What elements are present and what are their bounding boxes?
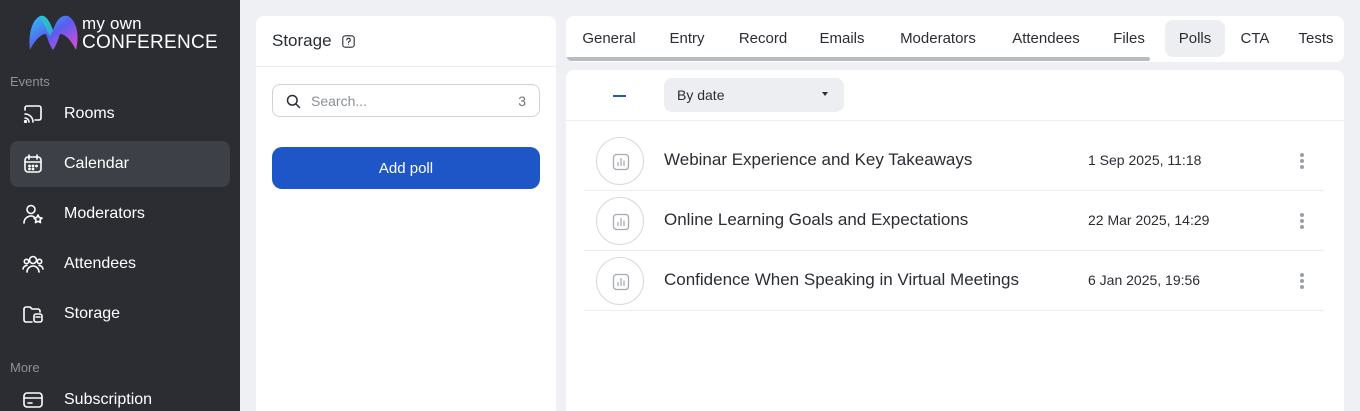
poll-icon-wrap (596, 257, 644, 305)
folder-icon (23, 306, 43, 323)
tab-entry[interactable]: Entry (656, 20, 718, 57)
card-icon (23, 392, 43, 408)
poll-icon-wrap (596, 197, 644, 245)
sidebar: my own CONFERENCE Events Rooms Calendar (0, 0, 240, 411)
more-options-icon[interactable] (1292, 151, 1312, 171)
tab-emails[interactable]: Emails (809, 20, 875, 57)
sort-select-value: By date (677, 87, 725, 103)
poll-date: 1 Sep 2025, 11:18 (1088, 152, 1202, 168)
collapse-button[interactable] (612, 84, 628, 106)
tab-tests[interactable]: Tests (1292, 20, 1340, 57)
brand-line-2: CONFERENCE (82, 32, 219, 53)
tab-cta[interactable]: CTA (1234, 20, 1276, 57)
poll-row[interactable]: Online Learning Goals and Expectations 2… (584, 191, 1324, 251)
polls-toolbar: By date (566, 70, 1344, 121)
sidebar-item-rooms[interactable]: Rooms (10, 91, 230, 137)
sidebar-item-calendar[interactable]: Calendar (10, 141, 230, 187)
sidebar-item-label: Storage (64, 305, 121, 322)
storage-title: Storage (272, 31, 332, 50)
bar-chart-icon (612, 273, 630, 291)
brand-logo[interactable]: my own CONFERENCE (26, 12, 226, 54)
users-icon (22, 255, 44, 273)
cast-icon (23, 105, 42, 124)
bar-chart-icon (612, 213, 630, 231)
search-icon (286, 94, 301, 109)
add-poll-button[interactable]: Add poll (272, 147, 540, 189)
poll-title: Confidence When Speaking in Virtual Meet… (664, 270, 1020, 289)
logo-icon (29, 15, 78, 51)
polls-panel: By date Webinar Experience and Key Takea… (566, 70, 1344, 411)
search-box[interactable]: 3 (272, 84, 540, 117)
storage-header: Storage (256, 16, 556, 67)
tab-polls[interactable]: Polls (1165, 20, 1225, 57)
more-options-icon[interactable] (1292, 271, 1312, 291)
section-label-more: More (10, 360, 40, 375)
poll-row[interactable]: Confidence When Speaking in Virtual Meet… (584, 251, 1324, 311)
sidebar-item-label: Attendees (64, 255, 137, 272)
sidebar-item-label: Moderators (64, 205, 145, 222)
search-count: 3 (518, 93, 526, 109)
calendar-icon (24, 154, 42, 173)
tabs-scrollbar[interactable] (566, 57, 1150, 61)
tab-files[interactable]: Files (1104, 20, 1154, 57)
user-star-icon (23, 204, 43, 224)
caret-down-icon (822, 92, 828, 96)
poll-title: Online Learning Goals and Expectations (664, 210, 969, 229)
poll-title: Webinar Experience and Key Takeaways (664, 150, 973, 169)
tabs-bar: General Entry Record Emails Moderators A… (566, 16, 1344, 62)
sidebar-item-label: Calendar (64, 155, 129, 172)
sidebar-item-moderators[interactable]: Moderators (10, 191, 230, 237)
sidebar-item-subscription[interactable]: Subscription (10, 377, 230, 411)
sidebar-item-attendees[interactable]: Attendees (10, 241, 230, 287)
help-icon[interactable] (341, 34, 355, 48)
poll-icon-wrap (596, 137, 644, 185)
poll-date: 22 Mar 2025, 14:29 (1088, 212, 1210, 228)
section-label-events: Events (10, 74, 50, 89)
sidebar-item-label: Subscription (64, 391, 153, 408)
brand-line-1: my own (82, 14, 142, 33)
search-input[interactable] (311, 90, 501, 112)
storage-panel: Storage 3 Add poll (256, 16, 556, 411)
poll-date: 6 Jan 2025, 19:56 (1088, 272, 1201, 288)
tab-record[interactable]: Record (729, 20, 797, 57)
bar-chart-icon (612, 153, 630, 171)
sidebar-item-label: Rooms (64, 105, 115, 122)
tab-general[interactable]: General (572, 20, 646, 57)
sort-select[interactable]: By date (664, 78, 844, 112)
poll-row[interactable]: Webinar Experience and Key Takeaways 1 S… (584, 131, 1324, 191)
more-options-icon[interactable] (1292, 211, 1312, 231)
sidebar-item-storage[interactable]: Storage (10, 291, 230, 337)
tab-attendees[interactable]: Attendees (999, 20, 1093, 57)
tab-moderators[interactable]: Moderators (887, 20, 989, 57)
